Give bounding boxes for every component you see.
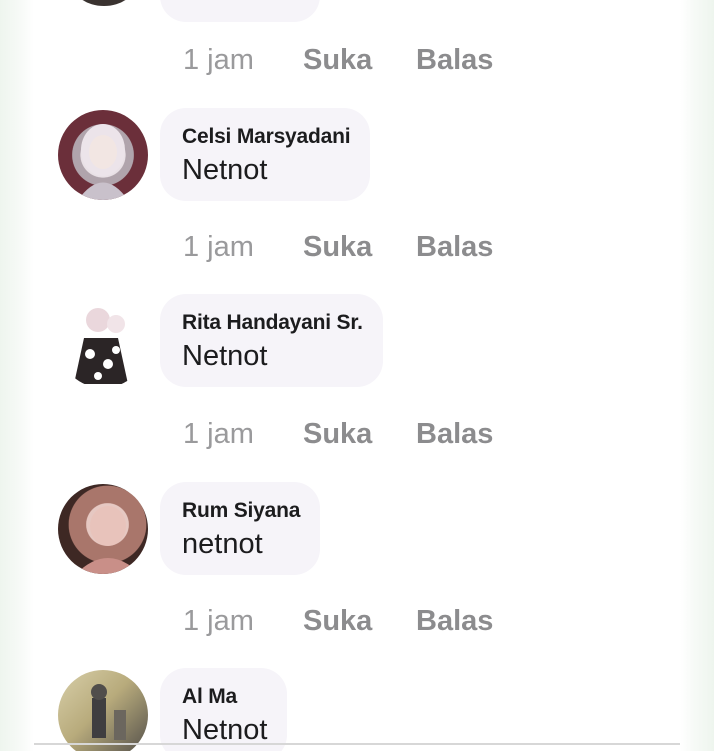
comment-time: 1 jam: [183, 44, 254, 76]
profile-photo-icon: [91, 684, 126, 740]
comment-author[interactable]: Rum Siyana: [182, 499, 300, 523]
reply-button[interactable]: Balas: [416, 605, 493, 638]
comment-time: 1 jam: [183, 231, 254, 263]
comment-item: Rita Handayani Sr. Netnot: [58, 294, 658, 394]
comment-bubble[interactable]: Rita Handayani Sr. Netnot: [160, 294, 383, 387]
comment-author[interactable]: Al Ma: [182, 685, 267, 709]
comment-time: 1 jam: [183, 605, 254, 637]
avatar[interactable]: [58, 670, 148, 751]
avatar[interactable]: [58, 484, 148, 574]
comment-bubble[interactable]: Rum Siyana netnot: [160, 482, 321, 575]
comment-item: Al Ma Netnot: [58, 668, 658, 751]
comment-author[interactable]: Rita Handayani Sr.: [182, 311, 363, 335]
comment-bubble[interactable]: Celsi Marsyadani Netnot: [160, 108, 371, 201]
profile-photo-icon: [74, 308, 128, 384]
like-button[interactable]: Suka: [303, 44, 416, 77]
like-button[interactable]: Suka: [303, 231, 416, 264]
profile-photo-icon: [76, 506, 140, 574]
profile-photo-icon: [78, 124, 128, 200]
comment-text: Netnot: [182, 154, 268, 186]
reply-button[interactable]: Balas: [416, 418, 493, 451]
comment-item: Rum Siyana netnot: [58, 482, 658, 582]
comment-bubble[interactable]: [160, 0, 320, 22]
reply-button[interactable]: Balas: [416, 231, 493, 264]
comment-actions: 1 jam Suka Balas: [183, 605, 493, 638]
comment-time: 1 jam: [183, 418, 254, 450]
comment-actions: 1 jam Suka Balas: [183, 231, 493, 264]
reply-button[interactable]: Balas: [416, 44, 493, 77]
comment-item: Celsi Marsyadani Netnot: [58, 108, 658, 208]
right-border: [680, 0, 714, 751]
comment-bubble[interactable]: Al Ma Netnot: [160, 668, 288, 751]
like-button[interactable]: Suka: [303, 418, 416, 451]
comment-author[interactable]: Celsi Marsyadani: [182, 125, 351, 149]
comment-text: netnot: [182, 528, 263, 560]
avatar[interactable]: [58, 298, 148, 388]
comment-feed: 1 jam Suka Balas Celsi Marsyadani Netnot…: [0, 0, 714, 751]
avatar[interactable]: [58, 110, 148, 200]
like-button[interactable]: Suka: [303, 605, 416, 638]
left-border: [0, 0, 34, 751]
divider: [34, 743, 680, 745]
comment-actions: 1 jam Suka Balas: [183, 44, 493, 77]
comment-actions: 1 jam Suka Balas: [183, 418, 493, 451]
comment-text: Netnot: [182, 340, 268, 372]
avatar[interactable]: [72, 0, 136, 6]
